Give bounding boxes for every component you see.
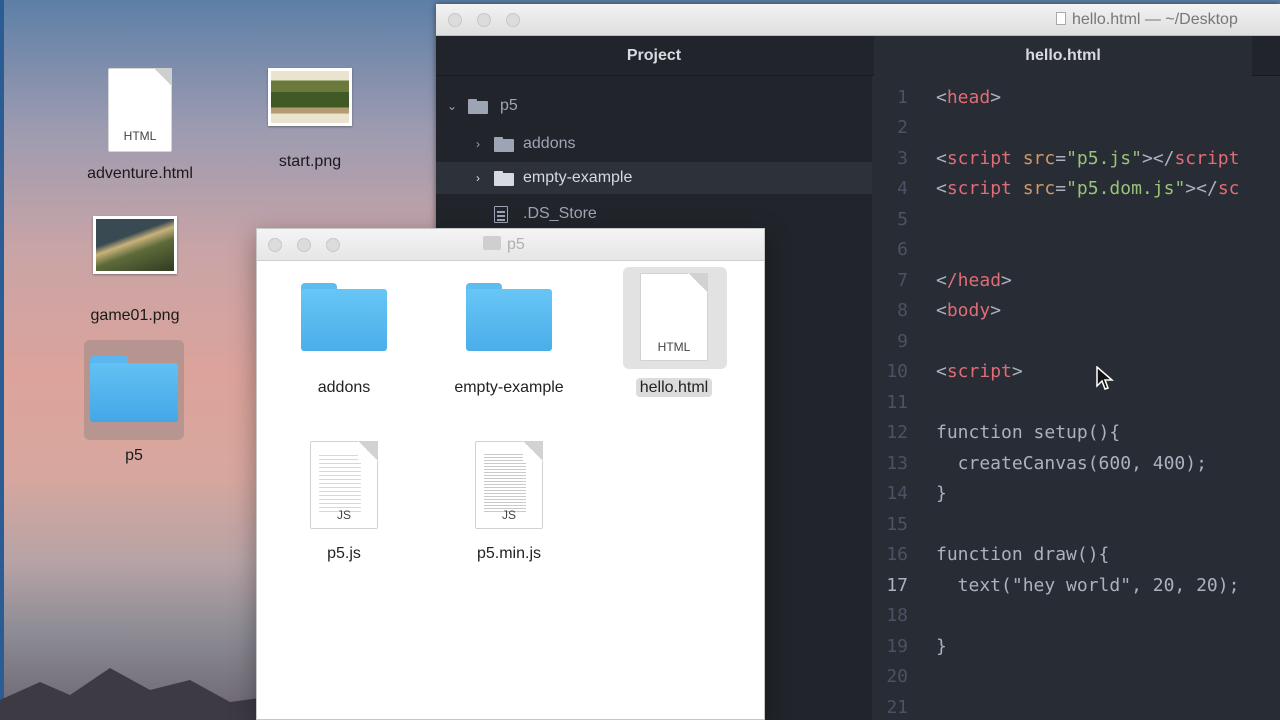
folder-icon [301, 283, 387, 351]
js-file-icon: JS [310, 441, 378, 529]
code-line: <body> [936, 300, 1002, 321]
finder-window: p5 addons empty-example HTML hello.html … [256, 228, 765, 720]
finder-window-title: p5 [483, 236, 525, 254]
desktop-icon-label: start.png [278, 153, 342, 170]
finder-item-addons[interactable]: addons [269, 283, 419, 397]
tab-hello-html[interactable]: hello.html [874, 36, 1252, 76]
desktop-icon-label: game01.png [90, 307, 180, 324]
zoom-window-button[interactable] [326, 238, 340, 252]
folder-icon [468, 99, 488, 114]
close-window-button[interactable] [448, 13, 462, 27]
tree-item-label: .DS_Store [523, 205, 597, 222]
line-number: 16 [886, 544, 908, 565]
line-number: 1 [897, 87, 908, 108]
code-area[interactable]: 1 <head> 2 3 <script src="p5.js"></script … [872, 76, 1280, 720]
code-line: function setup(){ [936, 422, 1121, 443]
desktop-icon-p5[interactable]: p5 [84, 356, 184, 466]
tree-item-empty-example[interactable]: › empty-example [436, 162, 872, 194]
editor-titlebar[interactable]: hello.html — ~/Desktop [436, 4, 1280, 36]
project-tree-title: Project [436, 36, 872, 76]
finder-titlebar[interactable]: p5 [257, 229, 764, 261]
line-number: 6 [897, 239, 908, 260]
mouse-pointer-icon [1096, 366, 1114, 390]
folder-icon [483, 236, 501, 250]
line-number: 2 [897, 117, 908, 138]
js-file-icon: JS [475, 441, 543, 529]
desktop-edge [0, 0, 4, 720]
line-number: 8 [897, 300, 908, 321]
folder-icon [466, 283, 552, 351]
tree-item-addons[interactable]: › addons [436, 128, 872, 160]
code-line: createCanvas(600, 400); [936, 453, 1207, 474]
line-number: 20 [886, 666, 908, 687]
code-line: <head> [936, 87, 1002, 108]
chevron-right-icon[interactable]: › [472, 162, 484, 194]
desktop-icon-label: p5 [125, 447, 143, 464]
code-line: <script src="p5.dom.js"></sc [936, 178, 1240, 199]
finder-item-empty-example[interactable]: empty-example [434, 283, 584, 397]
image-thumbnail-icon [268, 68, 352, 126]
line-number: 21 [886, 697, 908, 718]
tree-item-label: p5 [500, 97, 518, 114]
tree-item-label: empty-example [523, 169, 633, 186]
tree-item-p5[interactable]: ⌄ p5 [436, 90, 872, 122]
editor-tab-bar: hello.html [872, 36, 1280, 76]
chevron-down-icon[interactable]: ⌄ [446, 90, 458, 122]
close-window-button[interactable] [268, 238, 282, 252]
line-number: 5 [897, 209, 908, 230]
line-number: 13 [886, 453, 908, 474]
desktop-icon-game01[interactable]: game01.png [72, 216, 198, 326]
finder-item-label: addons [317, 379, 371, 396]
code-line: </head> [936, 270, 1012, 291]
chevron-right-icon[interactable]: › [472, 128, 484, 160]
line-number: 17 [886, 575, 908, 596]
folder-icon [494, 171, 514, 186]
desktop-wallpaper-mountains [0, 668, 260, 720]
file-icon [494, 206, 508, 223]
code-line: <script src="p5.js"></script [936, 148, 1240, 169]
line-number: 4 [897, 178, 908, 199]
finder-item-label: hello.html [635, 378, 713, 397]
finder-item-hello-html[interactable]: HTML hello.html [599, 273, 749, 397]
line-number: 3 [897, 148, 908, 169]
tree-item-label: addons [523, 135, 576, 152]
code-line: text("hey world", 20, 20); [936, 575, 1240, 596]
desktop-icon-start[interactable]: start.png [250, 68, 370, 172]
zoom-window-button[interactable] [506, 13, 520, 27]
finder-item-p5-js[interactable]: JS p5.js [269, 441, 419, 563]
line-number: 9 [897, 331, 908, 352]
code-line: } [936, 483, 947, 504]
folder-icon [90, 356, 178, 422]
line-number: 15 [886, 514, 908, 535]
minimize-window-button[interactable] [477, 13, 491, 27]
document-icon [1056, 12, 1066, 25]
window-title-text: hello.html — ~/Desktop [1072, 11, 1238, 28]
line-number: 18 [886, 605, 908, 626]
code-line: } [936, 636, 947, 657]
html-file-icon: HTML [640, 273, 708, 361]
code-line: function draw(){ [936, 544, 1110, 565]
folder-icon [494, 137, 514, 152]
minimize-window-button[interactable] [297, 238, 311, 252]
image-thumbnail-icon [93, 216, 177, 274]
line-number: 7 [897, 270, 908, 291]
line-number: 19 [886, 636, 908, 657]
editor-window-title: hello.html — ~/Desktop [1056, 11, 1238, 29]
html-file-icon: HTML [108, 68, 172, 152]
line-number: 11 [886, 392, 908, 413]
finder-item-label: p5.min.js [476, 545, 542, 562]
tree-item-ds-store[interactable]: .DS_Store [436, 198, 872, 230]
window-title-text: p5 [507, 236, 525, 253]
line-number: 10 [886, 361, 908, 382]
finder-item-label: p5.js [327, 545, 361, 562]
finder-item-label: empty-example [454, 379, 564, 396]
desktop-icon-label: adventure.html [87, 165, 193, 182]
line-number: 14 [886, 483, 908, 504]
code-line: <script> [936, 361, 1023, 382]
finder-item-p5-min-js[interactable]: JS p5.min.js [434, 441, 584, 563]
line-number: 12 [886, 422, 908, 443]
desktop-icon-adventure[interactable]: HTML adventure.html [72, 68, 208, 184]
